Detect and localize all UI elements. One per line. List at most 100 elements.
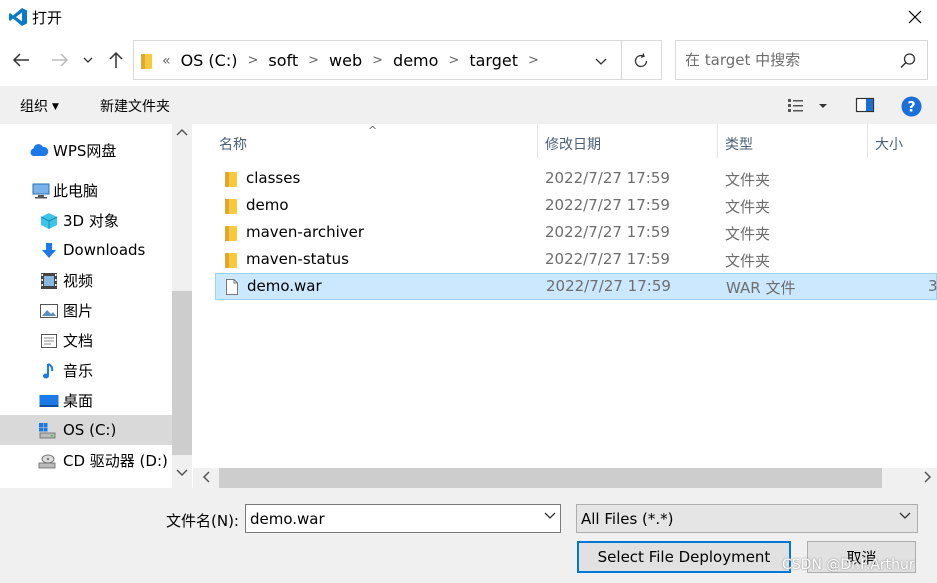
chevron-down-icon [595,58,607,65]
watermark: CSDN @Dr.F.Arthur [782,557,915,573]
breadcrumb-overflow[interactable]: « [162,53,171,69]
file-type-filter-select[interactable]: All Files (*.*) [576,504,918,533]
file-type: 文件夹 [725,252,771,270]
sidebar-item-label: CD 驱动器 (D:) [63,451,168,470]
sidebar-item-os-c[interactable]: OS (C:) [0,415,172,445]
column-divider[interactable] [867,124,868,158]
dialog-footer: 文件名(N): demo.war All Files (*.*) Select … [0,488,937,583]
chevron-down-icon [899,512,911,519]
column-header-date[interactable]: 修改日期 [545,134,601,154]
computer-icon [32,183,50,199]
arrow-right-icon [52,53,69,67]
breadcrumb-web[interactable]: web [329,51,362,70]
folder-icon [225,226,237,241]
sidebar-item-label: 此电脑 [53,181,99,200]
chevron-right-icon[interactable]: > [308,53,319,68]
breadcrumb-target[interactable]: target [469,51,518,70]
navigation-bar: « OS (C:) > soft > web > demo > target > [0,38,937,82]
address-history-button[interactable] [589,49,613,73]
document-icon [41,334,57,348]
video-icon [41,273,57,289]
search-icon[interactable] [899,52,917,70]
sidebar-item-label: 桌面 [63,391,94,410]
breadcrumb-soft[interactable]: soft [268,51,298,70]
chevron-right-icon[interactable]: > [372,53,383,68]
file-row[interactable]: maven-status 2022/7/27 17:59 文件夹 [215,247,937,274]
sidebar-item-cd-drive[interactable]: CD 驱动器 (D:) [0,445,172,475]
new-folder-button[interactable]: 新建文件夹 [100,96,170,116]
back-button[interactable] [9,48,33,72]
sidebar-item-this-pc[interactable]: 此电脑 [0,175,172,205]
sidebar-item-desktop[interactable]: 桌面 [0,385,172,415]
sidebar-item-label: Downloads [63,241,146,259]
sidebar-item-documents[interactable]: 文档 [0,325,172,355]
scroll-down-icon[interactable] [176,469,188,477]
scroll-up-icon[interactable] [176,128,188,136]
address-bar[interactable]: « OS (C:) > soft > web > demo > target > [133,40,662,80]
select-file-deployment-button[interactable]: Select File Deployment [577,541,791,573]
column-header-size[interactable]: 大小 [875,134,903,154]
chevron-down-icon[interactable] [544,512,556,520]
recent-locations-button[interactable] [78,48,98,72]
scroll-left-icon[interactable] [202,471,210,483]
sidebar-item-3d-objects[interactable]: 3D 对象 [0,205,172,235]
preview-pane-button[interactable] [855,96,875,114]
sidebar-item-downloads[interactable]: Downloads [0,235,172,265]
folder-icon [225,253,237,268]
column-divider[interactable] [717,124,718,158]
drive-icon [39,423,56,439]
close-button[interactable] [901,3,929,31]
title-bar: 打开 [0,0,937,34]
navigation-pane: WPS网盘 此电脑 3D 对象 Downloads 视频 图片 文档 音乐 桌面… [0,124,192,488]
sidebar-scrollbar[interactable] [172,124,192,488]
horizontal-scrollbar[interactable] [193,468,937,488]
sidebar-item-music[interactable]: 音乐 [0,355,172,385]
refresh-button[interactable] [629,49,653,73]
filename-value[interactable]: demo.war [250,510,325,528]
file-type: WAR 文件 [726,279,796,297]
picture-icon [40,304,58,318]
file-date: 2022/7/27 17:59 [545,223,670,241]
sidebar-item-videos[interactable]: 视频 [0,265,172,295]
chevron-right-icon[interactable]: > [247,53,258,68]
caret-down-icon: ▼ [52,102,59,112]
sidebar-item-label: 文档 [63,331,94,350]
sidebar-item-pictures[interactable]: 图片 [0,295,172,325]
chevron-right-icon[interactable]: > [528,53,539,68]
change-view-button[interactable] [786,95,834,117]
search-box[interactable] [675,40,928,80]
organize-label: 组织 [20,99,48,115]
column-divider[interactable] [537,124,538,158]
file-date: 2022/7/27 17:59 [545,196,670,214]
chevron-right-icon[interactable]: > [448,53,459,68]
help-icon[interactable]: ? [901,96,922,117]
sidebar-item-label: 3D 对象 [63,211,119,230]
scroll-right-icon[interactable] [924,471,932,483]
column-header-name[interactable]: 名称 [219,134,247,154]
sidebar-scroll-thumb[interactable] [172,291,192,455]
file-name: demo [246,196,289,214]
sidebar-item-wps-cloud[interactable]: WPS网盘 [0,135,172,165]
filename-combobox[interactable]: demo.war [245,504,561,533]
column-header-type[interactable]: 类型 [725,134,753,154]
file-name: classes [246,169,301,187]
breadcrumb-demo[interactable]: demo [393,51,438,70]
breadcrumb-os-c[interactable]: OS (C:) [181,51,238,70]
file-row[interactable]: maven-archiver 2022/7/27 17:59 文件夹 [215,220,937,247]
file-type: 文件夹 [725,225,771,243]
refresh-icon [634,53,648,68]
folder-icon [141,54,152,69]
search-input[interactable] [685,51,895,69]
forward-button[interactable] [48,48,72,72]
cube-icon [40,213,58,229]
file-type: 文件夹 [725,198,771,216]
file-row[interactable]: demo 2022/7/27 17:59 文件夹 [215,193,937,220]
arrow-up-icon [109,51,123,68]
up-button[interactable] [104,48,128,72]
file-row[interactable]: classes 2022/7/27 17:59 文件夹 [215,166,937,193]
file-row-selected[interactable]: demo.war 2022/7/27 17:59 WAR 文件 3 [215,273,937,300]
file-size: 3 [928,277,937,295]
organize-menu-button[interactable]: 组织 ▼ [20,96,59,116]
horizontal-scroll-thumb[interactable] [219,468,882,488]
column-header-row: ^ 名称 修改日期 类型 大小 [193,124,937,158]
